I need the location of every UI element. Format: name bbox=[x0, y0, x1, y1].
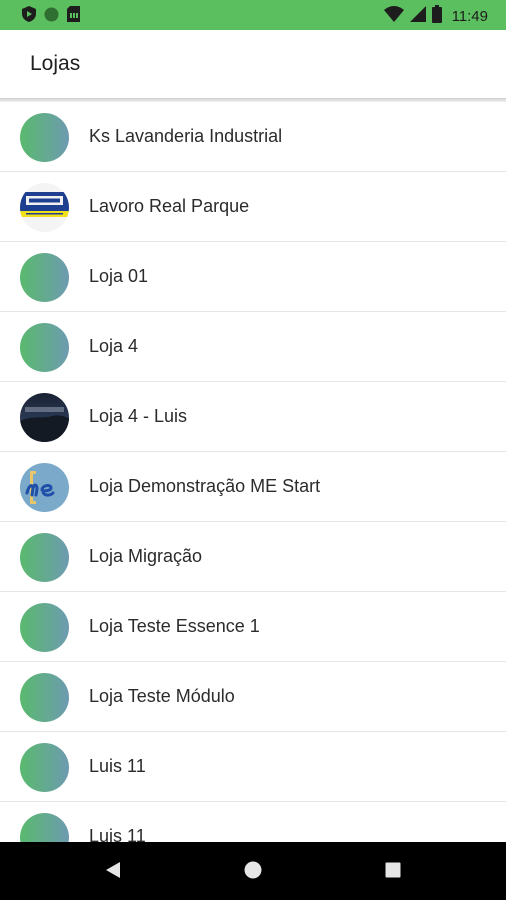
store-list-item[interactable]: Ks Lavanderia Industrial bbox=[0, 102, 506, 172]
store-name: Loja 4 bbox=[89, 336, 139, 356]
store-name: Loja 4 - Luis bbox=[89, 406, 188, 426]
store-list-item[interactable]: Luis 11 bbox=[0, 732, 506, 802]
store-list-item[interactable]: Lavoro Real Parque bbox=[0, 172, 506, 242]
store-photo-avatar bbox=[20, 393, 69, 442]
page-title: Lojas bbox=[30, 52, 81, 75]
home-icon bbox=[244, 861, 262, 884]
wifi-icon bbox=[383, 6, 404, 27]
store-name: Loja Demonstração ME Start bbox=[89, 476, 321, 496]
store-list-item[interactable]: Luis 11 bbox=[0, 802, 506, 842]
store-list-item[interactable]: Loja 4 - Luis bbox=[0, 382, 506, 452]
status-bar: 11:49 bbox=[0, 0, 506, 30]
store-avatar bbox=[20, 673, 69, 722]
battery-icon bbox=[431, 5, 442, 28]
circle-icon bbox=[44, 7, 59, 27]
cell-signal-icon bbox=[409, 6, 426, 27]
store-avatar bbox=[20, 743, 69, 792]
store-avatar bbox=[20, 253, 69, 302]
store-list-item[interactable]: Loja Teste Essence 1 bbox=[0, 592, 506, 662]
store-list-item[interactable]: Loja 4 bbox=[0, 312, 506, 382]
store-avatar bbox=[20, 603, 69, 652]
store-name: Lavoro Real Parque bbox=[89, 196, 250, 216]
app-bar: Lojas bbox=[0, 30, 506, 98]
store-list[interactable]: Ks Lavanderia Industrial Lavoro Real Par… bbox=[0, 102, 506, 842]
store-list-item[interactable]: Loja Migração bbox=[0, 522, 506, 592]
store-name: Loja Migração bbox=[89, 546, 203, 566]
back-button[interactable] bbox=[101, 860, 125, 884]
store-name: Loja 01 bbox=[89, 266, 149, 286]
store-logo-avatar bbox=[20, 183, 69, 232]
navigation-bar bbox=[0, 842, 506, 900]
store-list-item[interactable]: Loja 01 bbox=[0, 242, 506, 312]
store-avatar bbox=[20, 323, 69, 372]
store-avatar bbox=[20, 813, 69, 842]
store-name: Ks Lavanderia Industrial bbox=[89, 126, 283, 146]
store-avatar bbox=[20, 113, 69, 162]
store-avatar bbox=[20, 533, 69, 582]
store-list-item[interactable]: Loja Demonstração ME Start bbox=[0, 452, 506, 522]
store-name: Luis 11 bbox=[89, 756, 146, 776]
status-time: 11:49 bbox=[451, 8, 488, 25]
status-right-icons: 11:49 bbox=[383, 5, 488, 28]
store-list-item[interactable]: Loja Teste Módulo bbox=[0, 662, 506, 732]
recents-icon bbox=[385, 862, 401, 883]
shield-icon bbox=[22, 6, 36, 27]
store-name: Loja Teste Módulo bbox=[89, 686, 235, 706]
me-logo-avatar bbox=[20, 463, 69, 512]
store-name: Loja Teste Essence 1 bbox=[89, 616, 260, 636]
home-button[interactable] bbox=[241, 860, 265, 884]
store-name: Luis 11 bbox=[89, 826, 146, 842]
sim-card-icon bbox=[67, 6, 80, 27]
back-icon bbox=[105, 861, 121, 884]
recents-button[interactable] bbox=[381, 860, 405, 884]
status-left-icons bbox=[22, 6, 80, 27]
